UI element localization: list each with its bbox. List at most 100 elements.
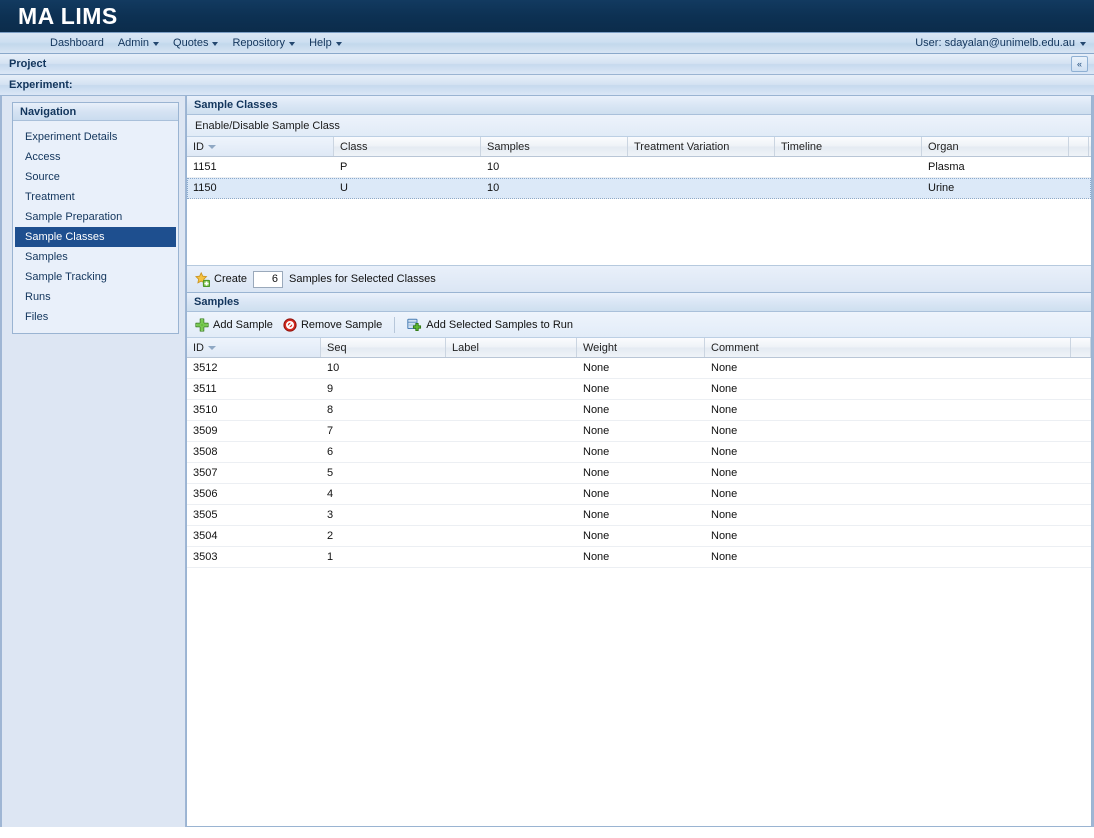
menu-item-dashboard[interactable]: Dashboard [44,35,111,51]
column-header-timeline[interactable]: Timeline [775,137,922,156]
create-samples-bar: Create Samples for Selected Classes [187,265,1091,292]
cell-seq: 9 [327,383,334,395]
column-header-label: Comment [711,341,759,354]
menu-item-help[interactable]: Help [303,35,349,51]
cell-comment: None [711,509,738,521]
sidebar-item-samples[interactable]: Samples [15,247,176,267]
chevron-down-icon [153,42,160,46]
sidebar-item-sample-tracking[interactable]: Sample Tracking [15,267,176,287]
table-row[interactable]: 3509 7 None None [187,421,1091,442]
cell-label [446,358,577,378]
column-header-label: ID [193,341,204,354]
menu-item-quotes[interactable]: Quotes [167,35,225,51]
samples-grid-header: ID Seq Label Weight Comment [187,338,1091,358]
column-header-samples[interactable]: Samples [481,137,628,156]
column-header-treatment-variation[interactable]: Treatment Variation [628,137,775,156]
sidebar-item-treatment[interactable]: Treatment [15,187,176,207]
table-row[interactable]: 3504 2 None None [187,526,1091,547]
sort-descending-icon [208,345,216,350]
column-header-label[interactable]: Label [446,338,577,357]
cell-id: 3504 [193,530,218,542]
cell-treatment_variation [628,157,775,177]
cell-comment: None [711,404,738,416]
chevron-down-icon [289,42,296,46]
samples-grid-empty-area [187,568,1091,826]
menu-bar: Dashboard Admin Quotes Repository Help User:… [0,33,1094,54]
sidebar-item-files[interactable]: Files [15,307,176,327]
user-menu[interactable]: User: sdayalan@unimelb.edu.au [915,33,1086,53]
cell-seq: 4 [327,488,334,500]
table-row[interactable]: 3510 8 None None [187,400,1091,421]
cell-seq: 2 [327,530,334,542]
sidebar-item-label: Sample Classes [25,231,105,243]
column-header-weight[interactable]: Weight [577,338,705,357]
sidebar-item-sample-preparation[interactable]: Sample Preparation [15,207,176,227]
samples-panel: Samples Add Sample Remove Sample Add Sel… [186,293,1092,827]
column-header-label: Class [340,140,368,153]
samples-grid: ID Seq Label Weight Comment 3512 10 None None 35… [187,338,1091,568]
cell-label [446,484,577,504]
cell-id: 3508 [193,446,218,458]
cell-label [446,421,577,441]
table-row[interactable]: 3508 6 None None [187,442,1091,463]
sample-classes-grid: ID Class Samples Treatment Variation Timelin… [187,137,1091,265]
create-label: Create [214,273,248,285]
navigation-panel-header: Navigation [13,103,178,121]
sidebar-item-runs[interactable]: Runs [15,287,176,307]
add-sample-button[interactable]: Add Sample [195,317,273,332]
cell-seq: 7 [327,425,334,437]
column-header-id[interactable]: ID [187,338,321,357]
cell-weight: None [583,509,610,521]
table-row[interactable]: 3512 10 None None [187,358,1091,379]
column-header-comment[interactable]: Comment [705,338,1071,357]
cell-weight: None [583,362,610,374]
table-row[interactable]: 3505 3 None None [187,505,1091,526]
experiment-bar: Experiment: [0,75,1094,96]
cell-id: 3503 [193,551,218,563]
add-selected-samples-to-run-button[interactable]: Add Selected Samples to Run [407,318,573,332]
table-row[interactable]: 3506 4 None None [187,484,1091,505]
cell-label [446,463,577,483]
cell-comment: None [711,551,738,563]
sample-classes-subbar: Enable/Disable Sample Class [187,115,1091,137]
table-row[interactable]: 3507 5 None None [187,463,1091,484]
column-header-seq[interactable]: Seq [321,338,446,357]
add-to-run-icon [407,318,422,332]
table-row[interactable]: 1150 U 10 Urine [187,178,1091,199]
cell-comment: None [711,467,738,479]
table-row[interactable]: 3503 1 None None [187,547,1091,568]
sample-count-input[interactable] [253,270,284,288]
navigation-panel: Navigation Experiment Details Access Sourc… [12,102,179,334]
column-header-label: Samples [487,140,530,153]
table-row[interactable]: 1151 P 10 Plasma [187,157,1091,178]
cell-class: P [340,161,348,173]
cell-label [446,526,577,546]
cell-id: 3512 [193,362,218,374]
sidebar-item-sample-classes[interactable]: Sample Classes [15,227,176,247]
table-row[interactable]: 3511 9 None None [187,379,1091,400]
sidebar-item-source[interactable]: Source [15,167,176,187]
cell-seq: 10 [327,362,340,374]
star-plus-icon [195,271,211,287]
menu-item-repository[interactable]: Repository [226,35,302,51]
cell-treatment_variation [628,178,775,198]
sidebar-item-label: Experiment Details [25,131,118,143]
collapse-panel-button[interactable]: « [1071,56,1088,72]
menu-item-admin[interactable]: Admin [112,35,166,51]
column-header-class[interactable]: Class [334,137,481,156]
remove-sample-button[interactable]: Remove Sample [283,317,382,332]
content-area: Navigation Experiment Details Access Sourc… [0,96,1094,827]
menu-item-label: Help [309,37,332,49]
chevron-down-icon [335,42,342,46]
cell-comment: None [711,488,738,500]
green-plus-icon [195,317,209,332]
cell-seq: 5 [327,467,334,479]
sidebar-item-label: Sample Tracking [25,271,107,283]
sidebar-item-experiment-details[interactable]: Experiment Details [15,127,176,147]
create-samples-button[interactable]: Create [195,271,248,287]
column-header-organ[interactable]: Organ [922,137,1069,156]
column-header-id[interactable]: ID [187,137,334,156]
sidebar-item-access[interactable]: Access [15,147,176,167]
cell-samples: 10 [487,182,500,194]
cell-comment: None [711,425,738,437]
